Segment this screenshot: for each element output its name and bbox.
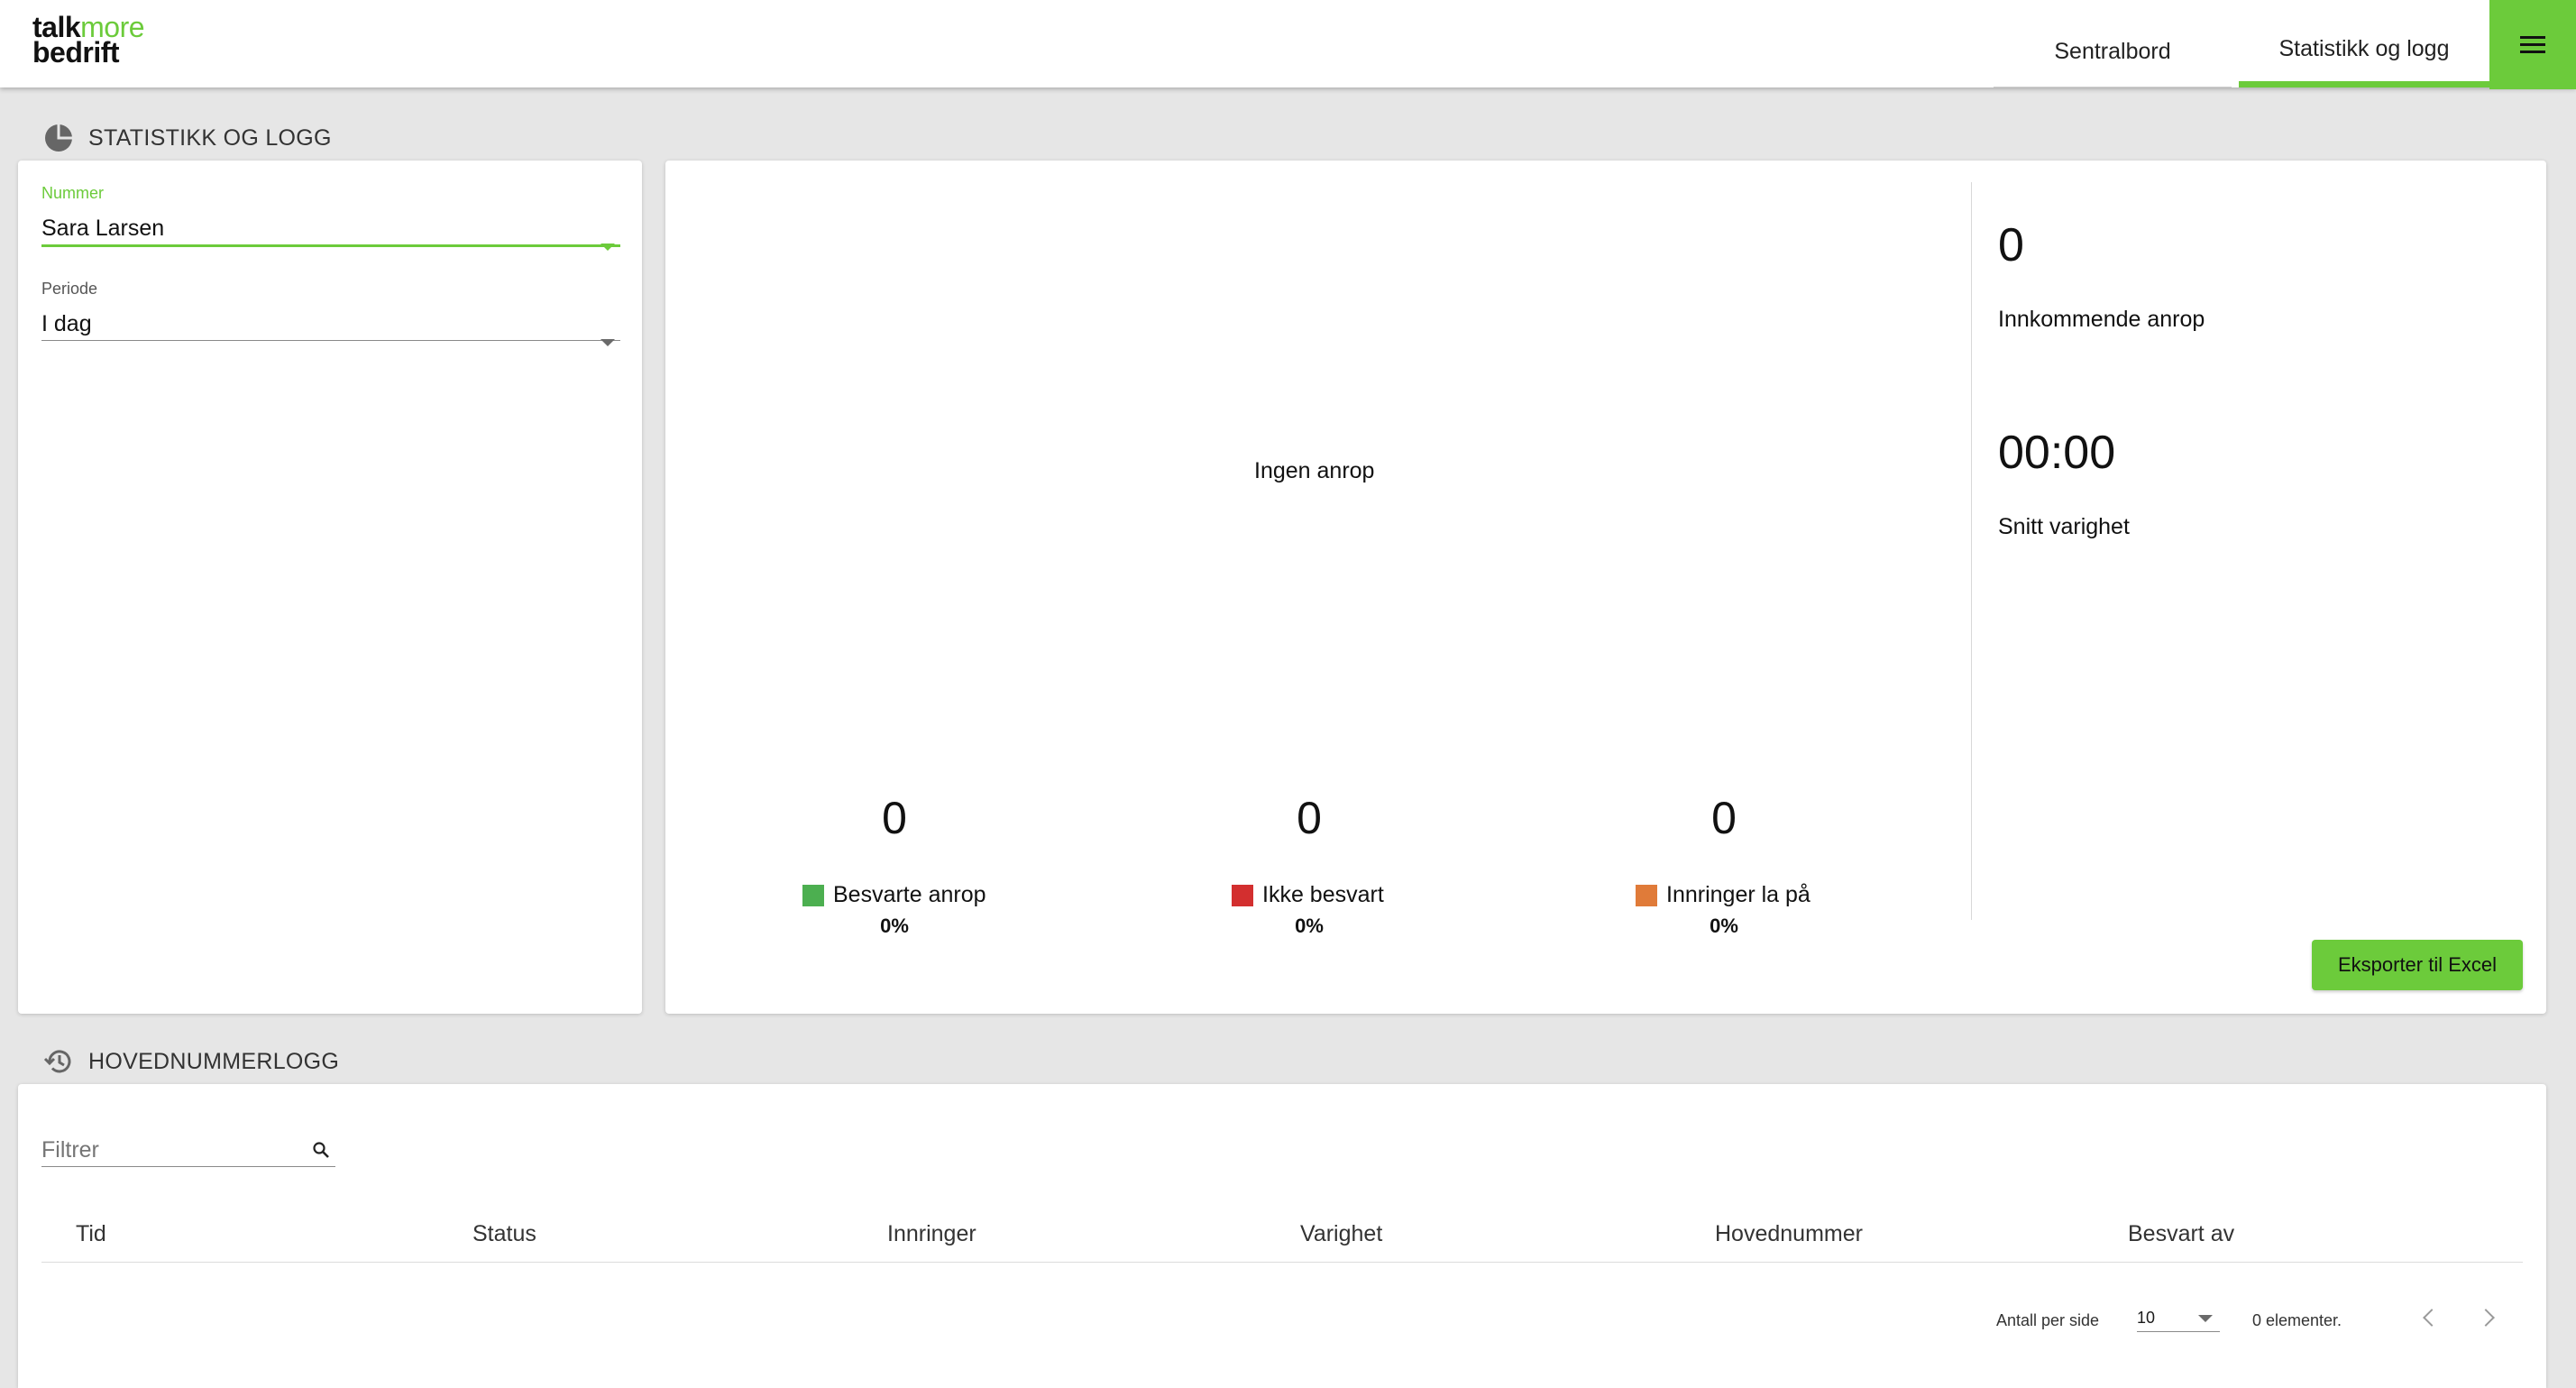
avg-duration-value: 00:00	[1998, 427, 2116, 479]
history-icon	[43, 1050, 71, 1073]
column-hovednummer[interactable]: Hovednummer	[1715, 1221, 1863, 1247]
hung-up-legend: Innringer la på	[1636, 882, 1811, 908]
hung-up-count: 0	[1711, 793, 1737, 843]
column-innringer[interactable]: Innringer	[887, 1221, 976, 1247]
answered-percent: 0%	[880, 915, 909, 937]
log-filter[interactable]	[41, 1134, 335, 1167]
period-select[interactable]: Periode I dag	[41, 280, 620, 346]
previous-page-icon[interactable]	[2423, 1309, 2441, 1327]
chevron-down-icon	[600, 244, 615, 251]
not-answered-swatch	[1232, 884, 1253, 906]
not-answered-label: Ikke besvart	[1262, 882, 1384, 907]
log-card: Tid Status Innringer Varighet Hovednumme…	[18, 1084, 2546, 1388]
menu-button[interactable]	[2489, 0, 2576, 89]
column-tid[interactable]: Tid	[76, 1221, 106, 1247]
column-varighet[interactable]: Varighet	[1300, 1221, 1382, 1247]
empty-message: Ingen anrop	[1254, 458, 1375, 483]
number-underline	[41, 244, 620, 247]
period-underline	[41, 340, 620, 341]
incoming-label: Innkommende anrop	[1998, 307, 2205, 332]
per-page-underline	[2137, 1331, 2220, 1332]
hung-up-label: Innringer la på	[1666, 882, 1811, 907]
stats-section-header: STATISTIKK OG LOGG	[43, 123, 332, 153]
number-value: Sara Larsen	[41, 216, 165, 241]
chevron-down-icon	[600, 339, 615, 346]
search-icon[interactable]	[312, 1141, 330, 1159]
chevron-down-icon	[2198, 1315, 2213, 1322]
answered-count: 0	[882, 793, 907, 843]
avg-duration-label: Snitt varighet	[1998, 514, 2130, 539]
period-label: Periode	[41, 280, 98, 298]
item-count: 0 elementer.	[2252, 1311, 2342, 1329]
column-besvart-av[interactable]: Besvart av	[2128, 1221, 2234, 1247]
incoming-count: 0	[1998, 219, 2024, 271]
filter-input[interactable]	[41, 1134, 303, 1166]
log-section-header: HOVEDNUMMERLOGG	[43, 1046, 339, 1077]
log-section-title: HOVEDNUMMERLOGG	[88, 1048, 340, 1074]
answered-legend: Besvarte anrop	[802, 882, 986, 908]
tab-statistikk-og-logg[interactable]: Statistikk og logg	[2239, 0, 2489, 87]
not-answered-percent: 0%	[1295, 915, 1324, 937]
stats-section-title: STATISTIKK OG LOGG	[88, 124, 332, 151]
log-table-header: Tid Status Innringer Varighet Hovednumme…	[41, 1209, 2523, 1263]
number-label: Nummer	[41, 184, 105, 202]
export-excel-button[interactable]: Eksporter til Excel	[2312, 940, 2523, 990]
stats-card: Ingen anrop 0 Besvarte anrop 0% 0 Ikke b…	[665, 161, 2546, 1014]
tab-sentralbord[interactable]: Sentralbord	[1994, 0, 2232, 87]
per-page-select[interactable]: 10	[2137, 1304, 2220, 1332]
main-nav: Sentralbord Statistikk og logg	[1994, 0, 2489, 87]
filter-card: Nummer Sara Larsen Periode I dag	[18, 161, 642, 1014]
column-status[interactable]: Status	[472, 1221, 536, 1247]
pie-chart-icon	[45, 124, 72, 152]
hung-up-swatch	[1636, 884, 1657, 906]
hamburger-icon	[2520, 35, 2545, 54]
hung-up-percent: 0%	[1710, 915, 1738, 937]
top-bar: talkmore bedrift Sentralbord Statistikk …	[0, 0, 2576, 89]
brand-logo[interactable]: talkmore bedrift	[32, 13, 145, 69]
answered-label: Besvarte anrop	[833, 882, 986, 907]
per-page-label: Antall per side	[1996, 1311, 2100, 1329]
stats-divider	[1971, 182, 1972, 920]
next-page-icon[interactable]	[2477, 1309, 2495, 1327]
not-answered-legend: Ikke besvart	[1232, 882, 1384, 908]
period-value: I dag	[41, 311, 92, 336]
brand-logo-part-bedrift: bedrift	[32, 36, 120, 69]
answered-swatch	[802, 884, 824, 906]
filter-underline	[41, 1166, 335, 1167]
not-answered-count: 0	[1297, 793, 1322, 843]
number-select[interactable]: Nummer Sara Larsen	[41, 184, 620, 251]
